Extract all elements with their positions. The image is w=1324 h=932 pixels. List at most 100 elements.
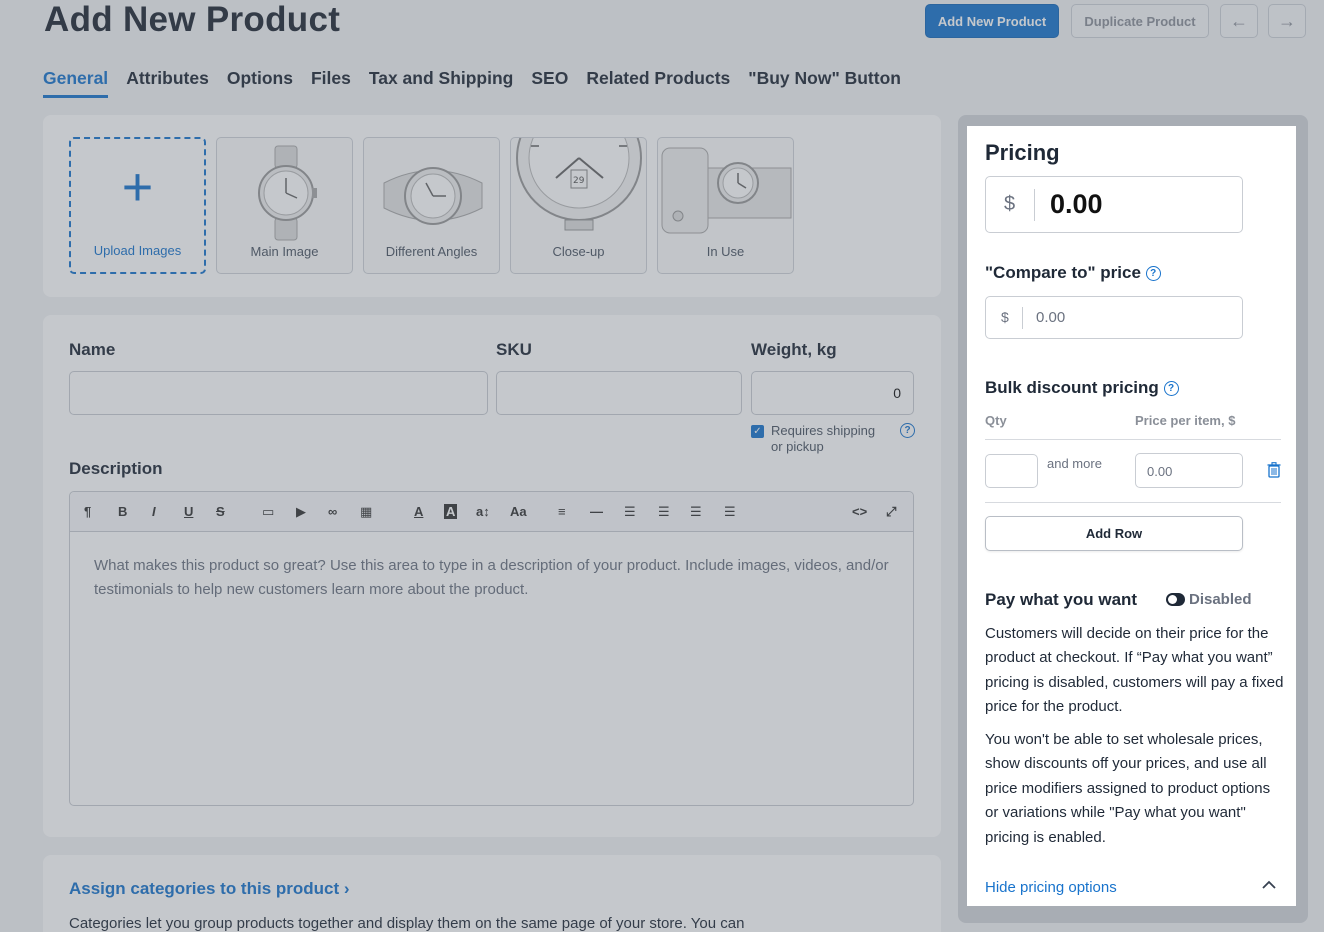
- align-icon[interactable]: ≡: [558, 504, 566, 519]
- bulk-price-input[interactable]: 0.00: [1135, 453, 1243, 488]
- images-card: + Upload Images Main Image Different Ang…: [43, 115, 941, 297]
- italic-icon[interactable]: I: [152, 504, 156, 519]
- chevron-up-icon[interactable]: [1261, 878, 1277, 892]
- editor-toolbar: ¶ B I U S ▭ ▶ ∞ ▦ A A a↕ Aa ≡ — ☰ ☰ ☰ ☰ …: [70, 492, 913, 532]
- help-icon[interactable]: ?: [1163, 381, 1179, 397]
- font-family-icon[interactable]: Aa: [510, 504, 527, 519]
- plus-icon: +: [121, 157, 154, 217]
- watch-front-icon: [258, 145, 317, 241]
- product-details-card: Name SKU Weight, kg 0 ✓ Requires shippin…: [43, 315, 941, 837]
- tab-seo[interactable]: SEO: [531, 68, 568, 98]
- price-per-item-column-header: Price per item, $: [1135, 413, 1236, 428]
- tab-related-products[interactable]: Related Products: [586, 68, 730, 98]
- strikethrough-icon[interactable]: S: [216, 504, 225, 519]
- watch-in-use-icon: [661, 147, 792, 234]
- pricing-title: Pricing: [985, 140, 1060, 165]
- bulk-price-value: 0.00: [1147, 464, 1173, 479]
- svg-text:29: 29: [573, 176, 585, 186]
- help-icon[interactable]: ?: [900, 423, 915, 438]
- video-icon[interactable]: ▶: [296, 504, 306, 520]
- bulk-qty-input[interactable]: [985, 454, 1038, 488]
- tab-attributes[interactable]: Attributes: [126, 68, 209, 98]
- tab-options[interactable]: Options: [227, 68, 293, 98]
- indent-icon[interactable]: ☰: [724, 504, 736, 520]
- different-angles-label: Different Angles: [385, 244, 478, 259]
- divider: [1034, 189, 1035, 221]
- sku-label: SKU: [496, 340, 532, 359]
- tab-general[interactable]: General: [43, 68, 109, 98]
- currency-symbol: $: [1004, 193, 1016, 215]
- pricing-panel: Pricing $ 0.00 "Compare to" price ? $ 0.…: [967, 126, 1296, 906]
- pay-what-you-want-status: Disabled: [1189, 591, 1252, 608]
- pay-what-you-want-toggle[interactable]: [1166, 593, 1185, 606]
- currency-symbol: $: [1001, 309, 1009, 325]
- divider: [1022, 307, 1023, 329]
- text-color-icon[interactable]: A: [414, 504, 423, 519]
- divider: [985, 439, 1281, 440]
- bulk-discount-label: Bulk discount pricing ?: [985, 378, 1179, 398]
- watch-closeup-icon: 29: [516, 138, 642, 231]
- background-color-icon[interactable]: A: [444, 504, 458, 519]
- compare-to-price-input[interactable]: $ 0.00: [985, 296, 1243, 339]
- add-new-product-button[interactable]: Add New Product: [925, 4, 1059, 38]
- close-up-tile[interactable]: 29 Close-up: [510, 137, 647, 274]
- description-placeholder: What makes this product so great? Use th…: [94, 557, 889, 598]
- bulk-discount-text: Bulk discount pricing: [985, 378, 1159, 397]
- name-input[interactable]: [69, 371, 488, 415]
- compare-to-price-value: 0.00: [1036, 309, 1066, 326]
- next-product-button[interactable]: →: [1268, 4, 1306, 38]
- duplicate-product-button[interactable]: Duplicate Product: [1071, 4, 1209, 38]
- font-size-icon[interactable]: a↕: [476, 504, 490, 519]
- upload-images-tile[interactable]: + Upload Images: [69, 137, 206, 274]
- paragraph-icon[interactable]: ¶: [84, 504, 91, 519]
- bullet-list-icon[interactable]: ☰: [624, 504, 636, 520]
- tab-bar: General Attributes Options Files Tax and…: [43, 68, 901, 98]
- weight-value: 0: [893, 385, 901, 401]
- compare-to-price-text: "Compare to" price: [985, 263, 1141, 282]
- price-value: 0.00: [1050, 189, 1103, 219]
- pay-what-you-want-description: Customers will decide on their price for…: [985, 625, 1284, 716]
- outdent-icon[interactable]: ☰: [690, 504, 702, 520]
- tab-files[interactable]: Files: [311, 68, 351, 98]
- requires-shipping-checkbox[interactable]: ✓: [751, 425, 764, 438]
- trash-icon[interactable]: [1267, 462, 1281, 478]
- horizontal-rule-icon[interactable]: —: [590, 504, 603, 519]
- different-angles-tile[interactable]: Different Angles: [363, 137, 500, 274]
- price-input[interactable]: $ 0.00: [985, 176, 1243, 233]
- in-use-label: In Use: [706, 244, 745, 259]
- main-image-label: Main Image: [250, 244, 319, 259]
- upload-images-label: Upload Images: [93, 243, 182, 258]
- arrow-right-icon: →: [1278, 10, 1296, 31]
- tab-buy-now-button[interactable]: "Buy Now" Button: [748, 68, 901, 98]
- link-icon[interactable]: ∞: [328, 504, 337, 519]
- main-image-tile[interactable]: Main Image: [216, 137, 353, 274]
- categories-card: Assign categories to this product › Cate…: [43, 855, 941, 932]
- add-row-button[interactable]: Add Row: [985, 516, 1243, 551]
- tab-tax-and-shipping[interactable]: Tax and Shipping: [369, 68, 514, 98]
- in-use-tile[interactable]: In Use: [657, 137, 794, 274]
- assign-categories-link[interactable]: Assign categories to this product ›: [69, 879, 350, 899]
- qty-column-header: Qty: [985, 413, 1007, 428]
- categories-description: Categories let you group products togeth…: [69, 915, 745, 932]
- hide-pricing-options-link[interactable]: Hide pricing options: [985, 879, 1117, 896]
- sku-input[interactable]: [496, 371, 742, 415]
- previous-product-button[interactable]: ←: [1220, 4, 1258, 38]
- page-title: Add New Product: [44, 0, 341, 39]
- weight-input[interactable]: 0: [751, 371, 914, 415]
- fullscreen-icon[interactable]: ⤢: [886, 504, 896, 520]
- divider: [985, 502, 1281, 503]
- bold-icon[interactable]: B: [118, 504, 127, 519]
- help-icon[interactable]: ?: [1145, 266, 1161, 282]
- name-label: Name: [69, 340, 116, 359]
- compare-to-price-label: "Compare to" price ?: [985, 263, 1161, 283]
- description-editor[interactable]: ¶ B I U S ▭ ▶ ∞ ▦ A A a↕ Aa ≡ — ☰ ☰ ☰ ☰ …: [69, 491, 914, 806]
- table-icon[interactable]: ▦: [360, 504, 372, 520]
- requires-shipping-label: Requires shipping or pickup: [771, 423, 876, 454]
- image-icon[interactable]: ▭: [262, 504, 274, 520]
- weight-label: Weight, kg: [751, 340, 837, 359]
- description-label: Description: [69, 459, 163, 478]
- code-view-icon[interactable]: <>: [852, 504, 867, 519]
- numbered-list-icon[interactable]: ☰: [658, 504, 670, 520]
- watch-angle-icon: [383, 167, 483, 225]
- underline-icon[interactable]: U: [184, 504, 193, 519]
